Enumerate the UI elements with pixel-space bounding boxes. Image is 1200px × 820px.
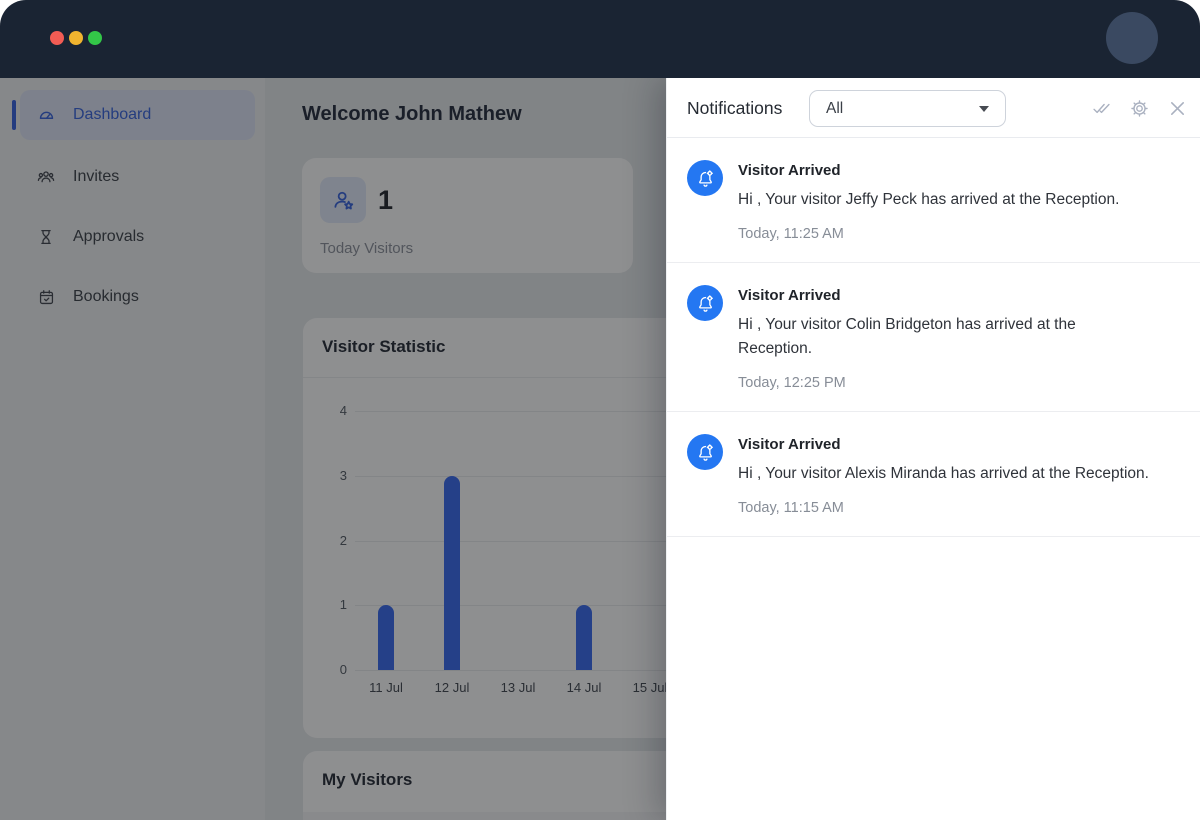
bell-gear-icon <box>687 160 723 196</box>
notification-message: Hi , Your visitor Alexis Miranda has arr… <box>738 465 1149 482</box>
notification-list: Visitor Arrived Hi , Your visitor Jeffy … <box>667 138 1200 537</box>
mark-all-read-icon[interactable] <box>1091 98 1112 119</box>
notifications-title: Notifications <box>687 98 783 118</box>
notifications-panel: Notifications All Visitor Arrived Hi , Y… <box>666 78 1200 820</box>
minimize-window-button[interactable] <box>69 31 83 45</box>
close-icon[interactable] <box>1167 98 1188 119</box>
notification-item[interactable]: Visitor Arrived Hi , Your visitor Colin … <box>667 263 1200 412</box>
notification-message: Hi , Your visitor Jeffy Peck has arrived… <box>738 191 1120 208</box>
maximize-window-button[interactable] <box>88 31 102 45</box>
notification-toolbar <box>1091 78 1188 138</box>
app-window: Dashboard Invites Approvals Bookings Wel… <box>0 0 1200 820</box>
notification-title: Visitor Arrived <box>738 287 841 304</box>
notification-item[interactable]: Visitor Arrived Hi , Your visitor Jeffy … <box>667 138 1200 263</box>
notification-title: Visitor Arrived <box>738 162 841 179</box>
notification-time: Today, 11:15 AM <box>738 500 844 516</box>
user-avatar[interactable] <box>1106 12 1158 64</box>
notification-time: Today, 11:25 AM <box>738 226 844 242</box>
notification-message: Hi , Your visitor Colin Bridgeton has ar… <box>738 316 1076 357</box>
settings-gear-icon[interactable] <box>1129 98 1150 119</box>
notification-item[interactable]: Visitor Arrived Hi , Your visitor Alexis… <box>667 412 1200 537</box>
window-titlebar <box>0 0 1200 78</box>
close-window-button[interactable] <box>50 31 64 45</box>
chevron-down-icon <box>979 106 989 112</box>
filter-selected-value: All <box>826 100 844 117</box>
notification-filter-dropdown[interactable]: All <box>809 90 1006 127</box>
bell-gear-icon <box>687 285 723 321</box>
notification-title: Visitor Arrived <box>738 436 841 453</box>
notification-time: Today, 12:25 PM <box>738 375 846 391</box>
bell-gear-icon <box>687 434 723 470</box>
window-controls <box>50 31 102 45</box>
notifications-header: Notifications All <box>667 78 1200 138</box>
